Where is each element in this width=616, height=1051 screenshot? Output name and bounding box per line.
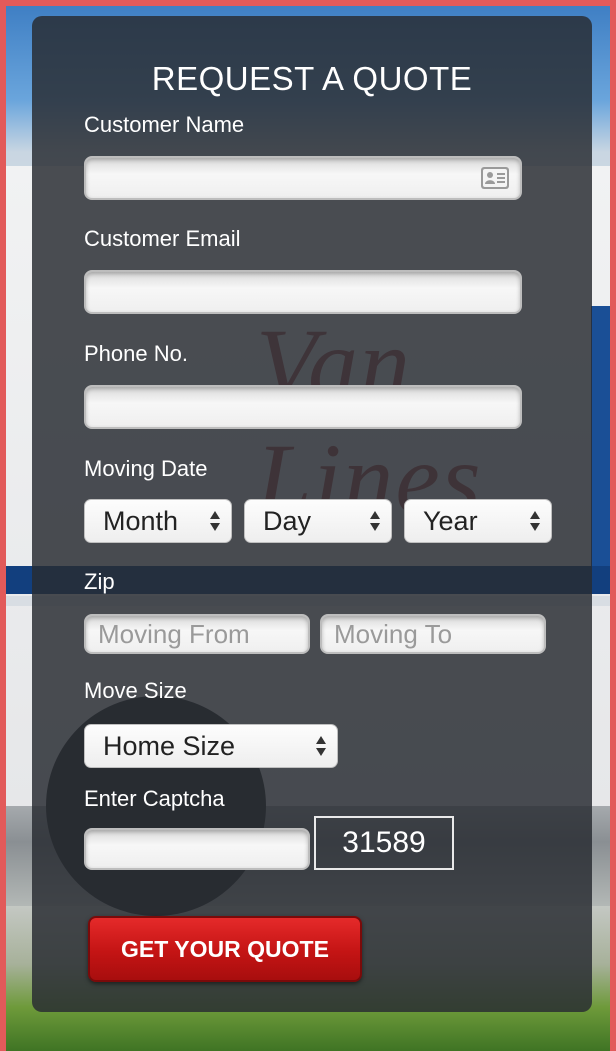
day-select[interactable]: Day: [244, 499, 392, 543]
move-size-select[interactable]: Home Size: [84, 724, 338, 768]
day-select-value: Day: [263, 506, 312, 536]
zip-label: Zip: [84, 569, 115, 594]
captcha-input[interactable]: [84, 828, 310, 870]
customer-email-input[interactable]: [84, 270, 522, 314]
move-size-value: Home Size: [103, 731, 236, 761]
month-select[interactable]: Month: [84, 499, 232, 543]
up-down-arrows-icon: [316, 736, 326, 756]
up-down-arrows-icon: [530, 511, 540, 531]
captcha-label: Enter Captcha: [84, 786, 225, 811]
moving-to-placeholder: Moving To: [334, 619, 453, 649]
year-select[interactable]: Year: [404, 499, 552, 543]
truck-stripe-side: [591, 306, 610, 566]
up-down-arrows-icon: [370, 511, 380, 531]
captcha-code: 31589: [314, 816, 454, 870]
move-size-label: Move Size: [84, 678, 187, 703]
customer-email-label: Customer Email: [84, 226, 241, 251]
phone-input[interactable]: [84, 385, 522, 429]
form-title: REQUEST A QUOTE: [151, 60, 473, 97]
quote-form-panel: REQUEST A QUOTE Customer Name Customer E…: [32, 16, 592, 1012]
moving-date-label: Moving Date: [84, 456, 208, 481]
get-quote-button[interactable]: GET YOUR QUOTE: [88, 916, 362, 982]
month-select-value: Month: [103, 506, 179, 536]
phone-label: Phone No.: [84, 341, 188, 366]
year-select-value: Year: [423, 506, 478, 536]
moving-from-placeholder: Moving From: [98, 619, 250, 649]
moving-from-input[interactable]: Moving From: [84, 614, 310, 654]
moving-to-input[interactable]: Moving To: [320, 614, 546, 654]
up-down-arrows-icon: [210, 511, 220, 531]
contact-card-icon: [481, 167, 509, 189]
customer-name-label: Customer Name: [84, 112, 245, 137]
customer-name-input[interactable]: [84, 156, 522, 200]
